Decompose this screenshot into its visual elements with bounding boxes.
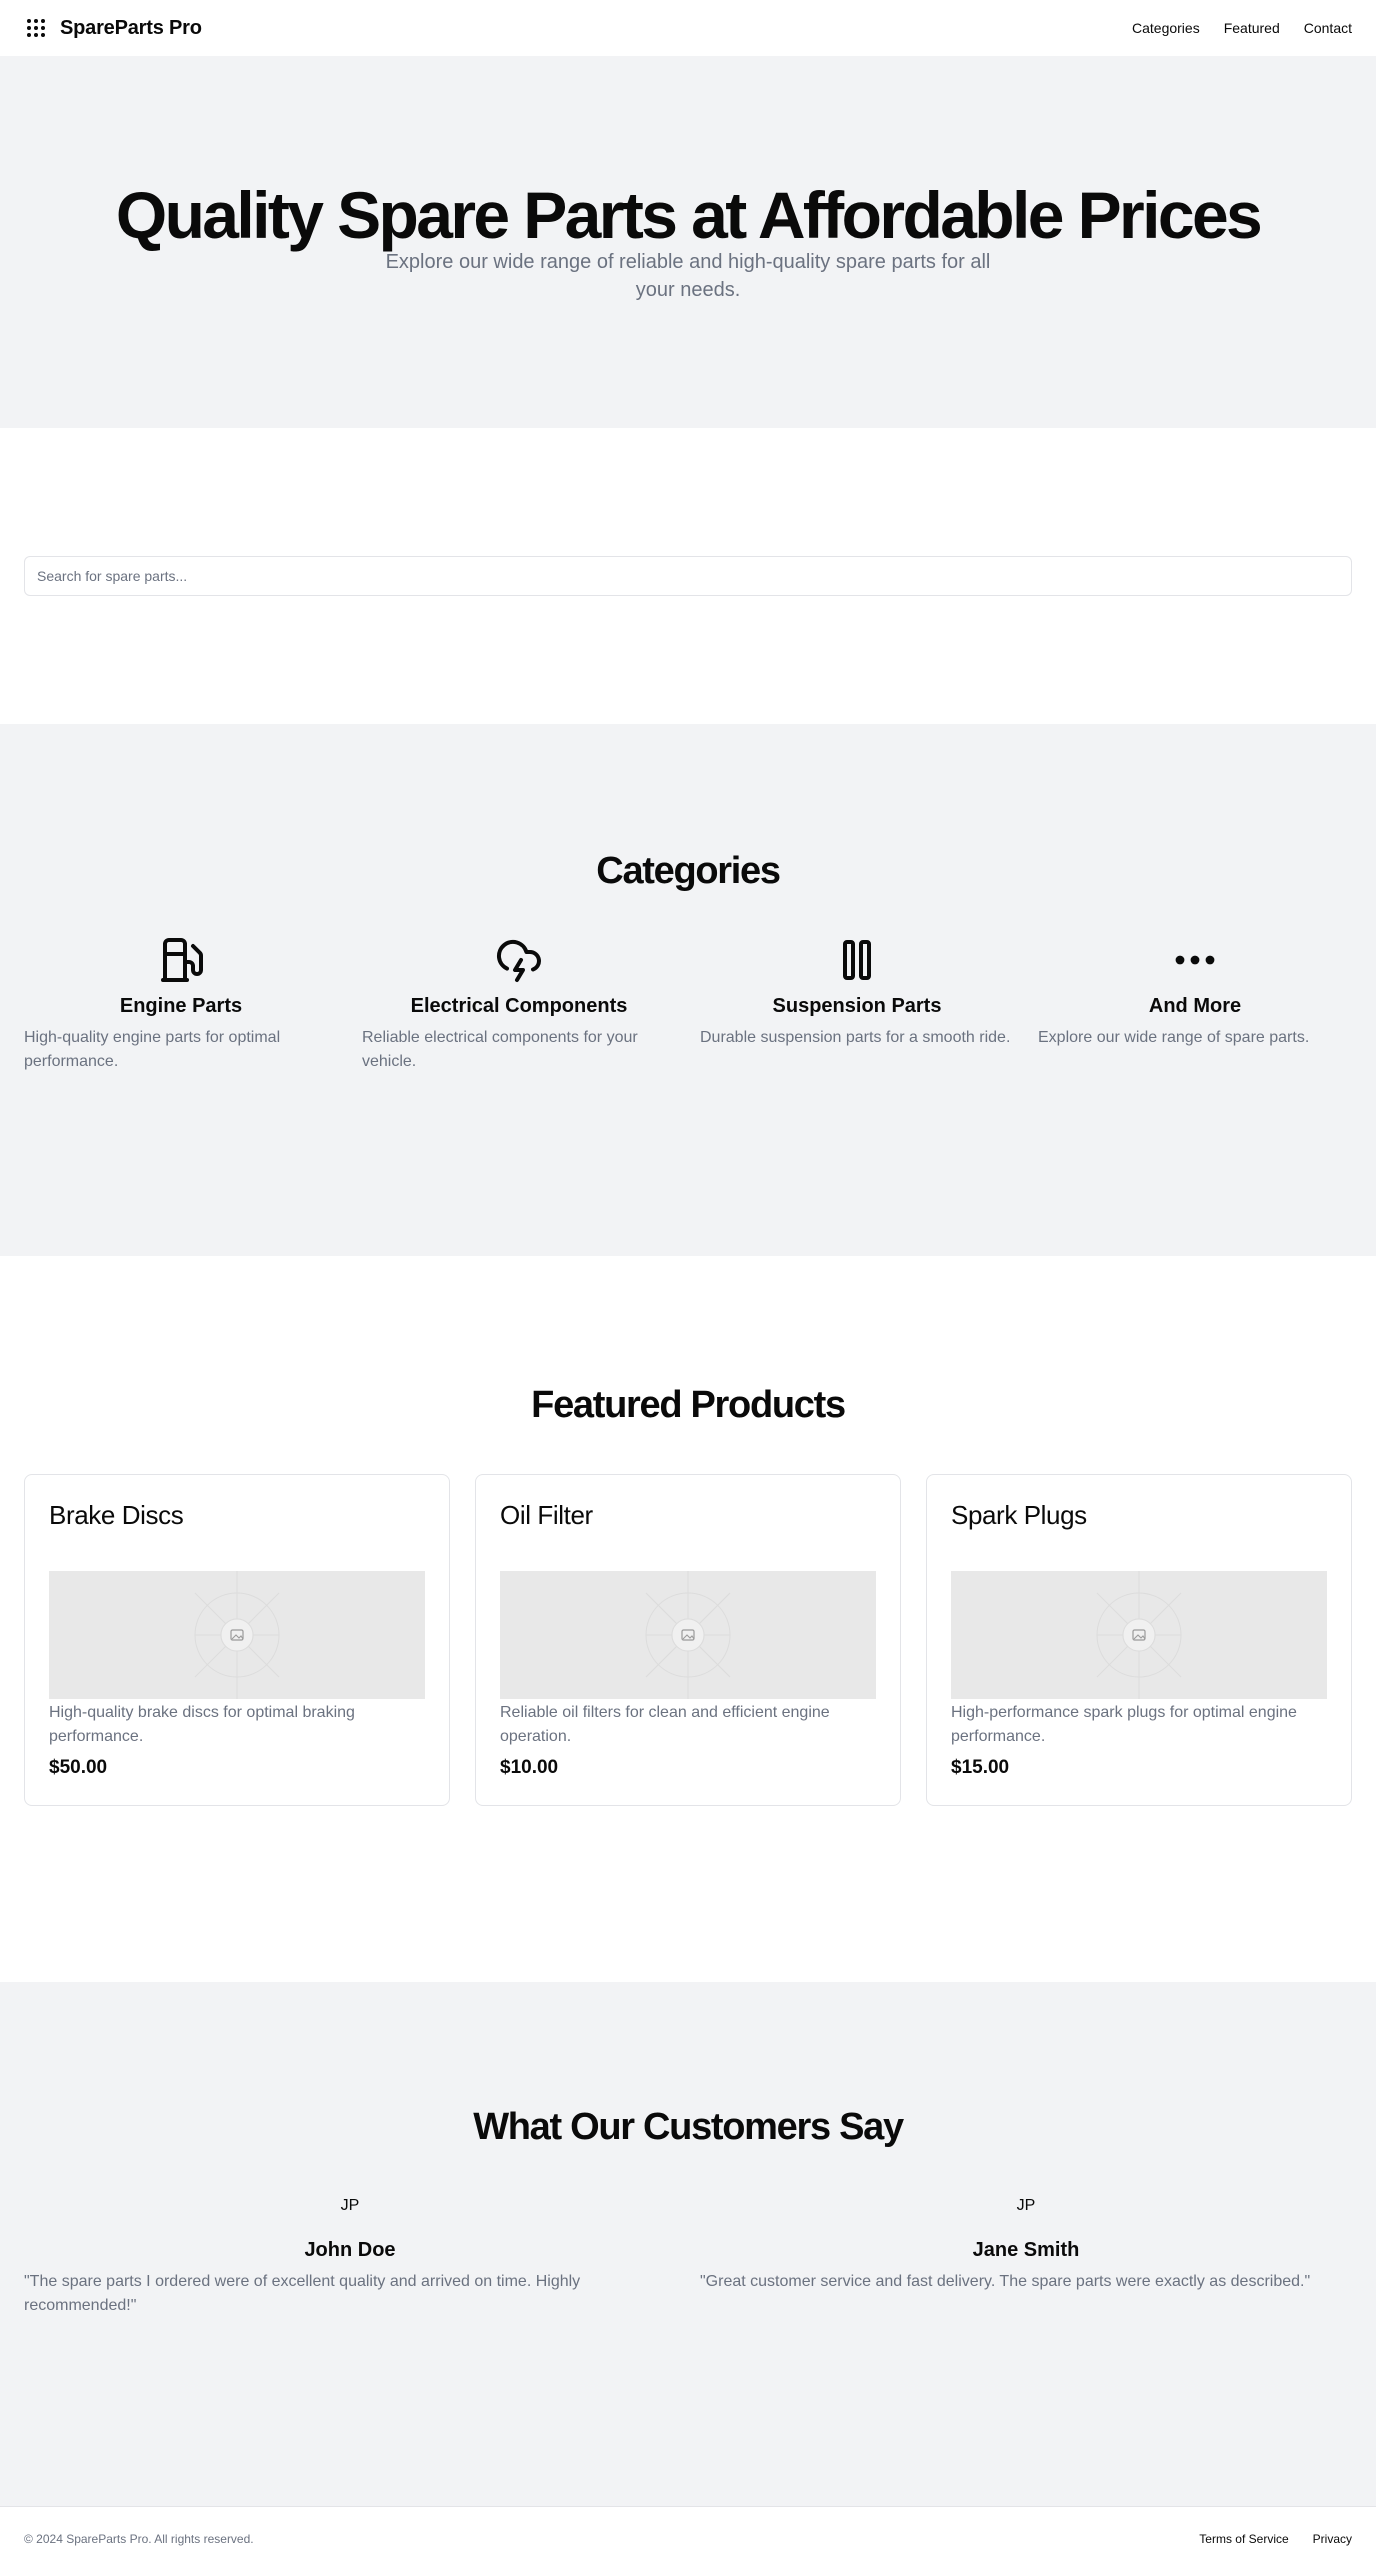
category-and-more[interactable]: And More Explore our wide range of spare… bbox=[1038, 936, 1352, 1074]
product-image-placeholder bbox=[500, 1571, 876, 1699]
testimonials-title: What Our Customers Say bbox=[473, 2106, 904, 2148]
testimonial-quote: "The spare parts I ordered were of excel… bbox=[24, 2273, 581, 2314]
product-price: $10.00 bbox=[500, 1757, 559, 1778]
product-grid: Brake Discs High-quality brake discs for… bbox=[24, 1474, 1352, 1806]
nav-link-categories[interactable]: Categories bbox=[1132, 20, 1200, 36]
cloud-lightning-icon bbox=[496, 939, 541, 982]
testimonial-name: John Doe bbox=[304, 2239, 396, 2261]
main-nav: Categories Featured Contact bbox=[1132, 20, 1352, 36]
product-description: Reliable oil filters for clean and effic… bbox=[500, 1704, 830, 1745]
featured-section: Featured Products Brake Discs High-quali… bbox=[0, 1256, 1376, 1982]
product-name: Spark Plugs bbox=[951, 1500, 1087, 1530]
testimonials-section: What Our Customers Say JP John Doe "The … bbox=[0, 1982, 1376, 2506]
footer-links: Terms of Service Privacy bbox=[1199, 2532, 1352, 2546]
product-name: Brake Discs bbox=[49, 1500, 184, 1530]
product-price: $15.00 bbox=[951, 1757, 1010, 1778]
site-footer: © 2024 SpareParts Pro. All rights reserv… bbox=[0, 2506, 1376, 2571]
nav-link-contact[interactable]: Contact bbox=[1304, 20, 1352, 36]
testimonial-name: Jane Smith bbox=[972, 2239, 1080, 2261]
hero-subtitle: Explore our wide range of reliable and h… bbox=[385, 251, 991, 301]
product-card-oil-filter[interactable]: Oil Filter Reliable oil filters for clea… bbox=[475, 1474, 901, 1806]
image-placeholder-icon bbox=[1096, 1571, 1182, 1699]
image-placeholder-icon bbox=[645, 1571, 731, 1699]
category-title: Engine Parts bbox=[119, 995, 243, 1017]
category-title: Electrical Components bbox=[410, 995, 628, 1017]
hero-section: Quality Spare Parts at Affordable Prices… bbox=[0, 56, 1376, 428]
nav-link-featured[interactable]: Featured bbox=[1224, 20, 1280, 36]
pause-bars-icon bbox=[843, 940, 871, 980]
product-price: $50.00 bbox=[49, 1757, 108, 1778]
testimonial-quote: "Great customer service and fast deliver… bbox=[700, 2273, 1311, 2290]
product-image-placeholder bbox=[49, 1571, 425, 1699]
category-description: Reliable electrical components for your … bbox=[362, 1029, 638, 1070]
more-dots-icon bbox=[1175, 955, 1215, 965]
product-card-brake-discs[interactable]: Brake Discs High-quality brake discs for… bbox=[24, 1474, 450, 1806]
product-name: Oil Filter bbox=[500, 1500, 593, 1530]
search-section bbox=[0, 428, 1376, 724]
brand-name: SpareParts Pro bbox=[60, 16, 202, 39]
category-electrical-components[interactable]: Electrical Components Reliable electrica… bbox=[362, 936, 676, 1074]
category-engine-parts[interactable]: Engine Parts High-quality engine parts f… bbox=[24, 936, 338, 1074]
fuel-pump-icon bbox=[161, 938, 204, 982]
search-input[interactable] bbox=[24, 556, 1352, 596]
image-placeholder-icon bbox=[194, 1571, 280, 1699]
hero-title: Quality Spare Parts at Affordable Prices bbox=[115, 178, 1263, 252]
testimonials-grid: JP John Doe "The spare parts I ordered w… bbox=[24, 2196, 1352, 2318]
category-title: And More bbox=[1148, 995, 1242, 1017]
category-description: High-quality engine parts for optimal pe… bbox=[24, 1029, 281, 1070]
footer-link-terms[interactable]: Terms of Service bbox=[1199, 2532, 1288, 2546]
product-card-spark-plugs[interactable]: Spark Plugs High-performance spark plugs… bbox=[926, 1474, 1352, 1806]
site-header: SpareParts Pro Categories Featured Conta… bbox=[0, 0, 1376, 56]
categories-title: Categories bbox=[596, 850, 781, 892]
category-description: Durable suspension parts for a smooth ri… bbox=[700, 1029, 1011, 1046]
category-title: Suspension Parts bbox=[772, 995, 942, 1017]
testimonial-item: JP Jane Smith "Great customer service an… bbox=[700, 2196, 1352, 2318]
brand[interactable]: SpareParts Pro bbox=[24, 16, 202, 40]
featured-title: Featured Products bbox=[531, 1384, 846, 1426]
product-image-placeholder bbox=[951, 1571, 1327, 1699]
grid-dots-icon bbox=[27, 19, 45, 37]
category-suspension-parts[interactable]: Suspension Parts Durable suspension part… bbox=[700, 936, 1014, 1074]
avatar: JP bbox=[1016, 2197, 1036, 2214]
product-description: High-performance spark plugs for optimal… bbox=[951, 1704, 1297, 1745]
copyright-text: © 2024 SpareParts Pro. All rights reserv… bbox=[24, 2532, 254, 2546]
categories-section: Categories Engine Parts High-quality eng… bbox=[0, 724, 1376, 1256]
testimonial-item: JP John Doe "The spare parts I ordered w… bbox=[24, 2196, 676, 2318]
product-description: High-quality brake discs for optimal bra… bbox=[49, 1704, 355, 1745]
footer-link-privacy[interactable]: Privacy bbox=[1313, 2532, 1352, 2546]
avatar: JP bbox=[340, 2197, 360, 2214]
category-description: Explore our wide range of spare parts. bbox=[1038, 1029, 1310, 1046]
categories-grid: Engine Parts High-quality engine parts f… bbox=[24, 936, 1352, 1074]
